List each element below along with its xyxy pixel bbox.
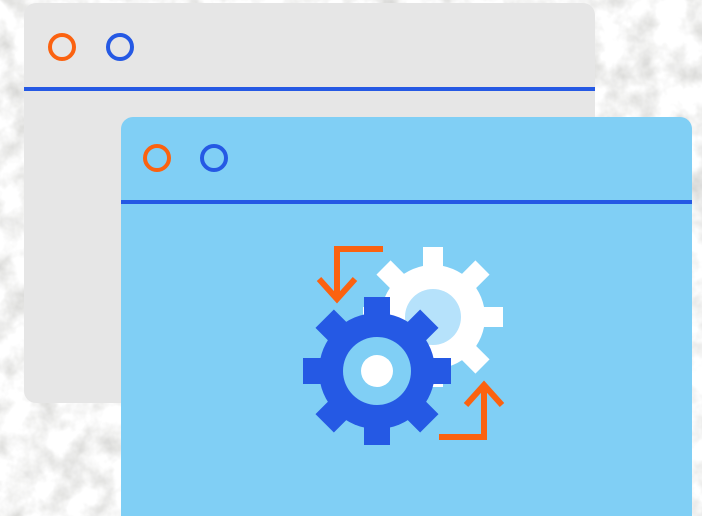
front-window-blue-circle-icon[interactable] bbox=[200, 144, 228, 172]
back-window-blue-circle-icon[interactable] bbox=[106, 33, 134, 61]
front-window bbox=[121, 117, 692, 516]
front-window-divider bbox=[121, 200, 692, 204]
front-window-orange-circle-icon[interactable] bbox=[143, 144, 171, 172]
back-window-orange-circle-icon[interactable] bbox=[48, 33, 76, 61]
back-window-divider bbox=[24, 87, 595, 91]
arrow-down-icon bbox=[316, 246, 383, 304]
large-gear-icon bbox=[303, 297, 451, 445]
arrow-up-icon bbox=[439, 380, 505, 440]
scene bbox=[0, 0, 702, 516]
gears-illustration bbox=[303, 246, 505, 445]
